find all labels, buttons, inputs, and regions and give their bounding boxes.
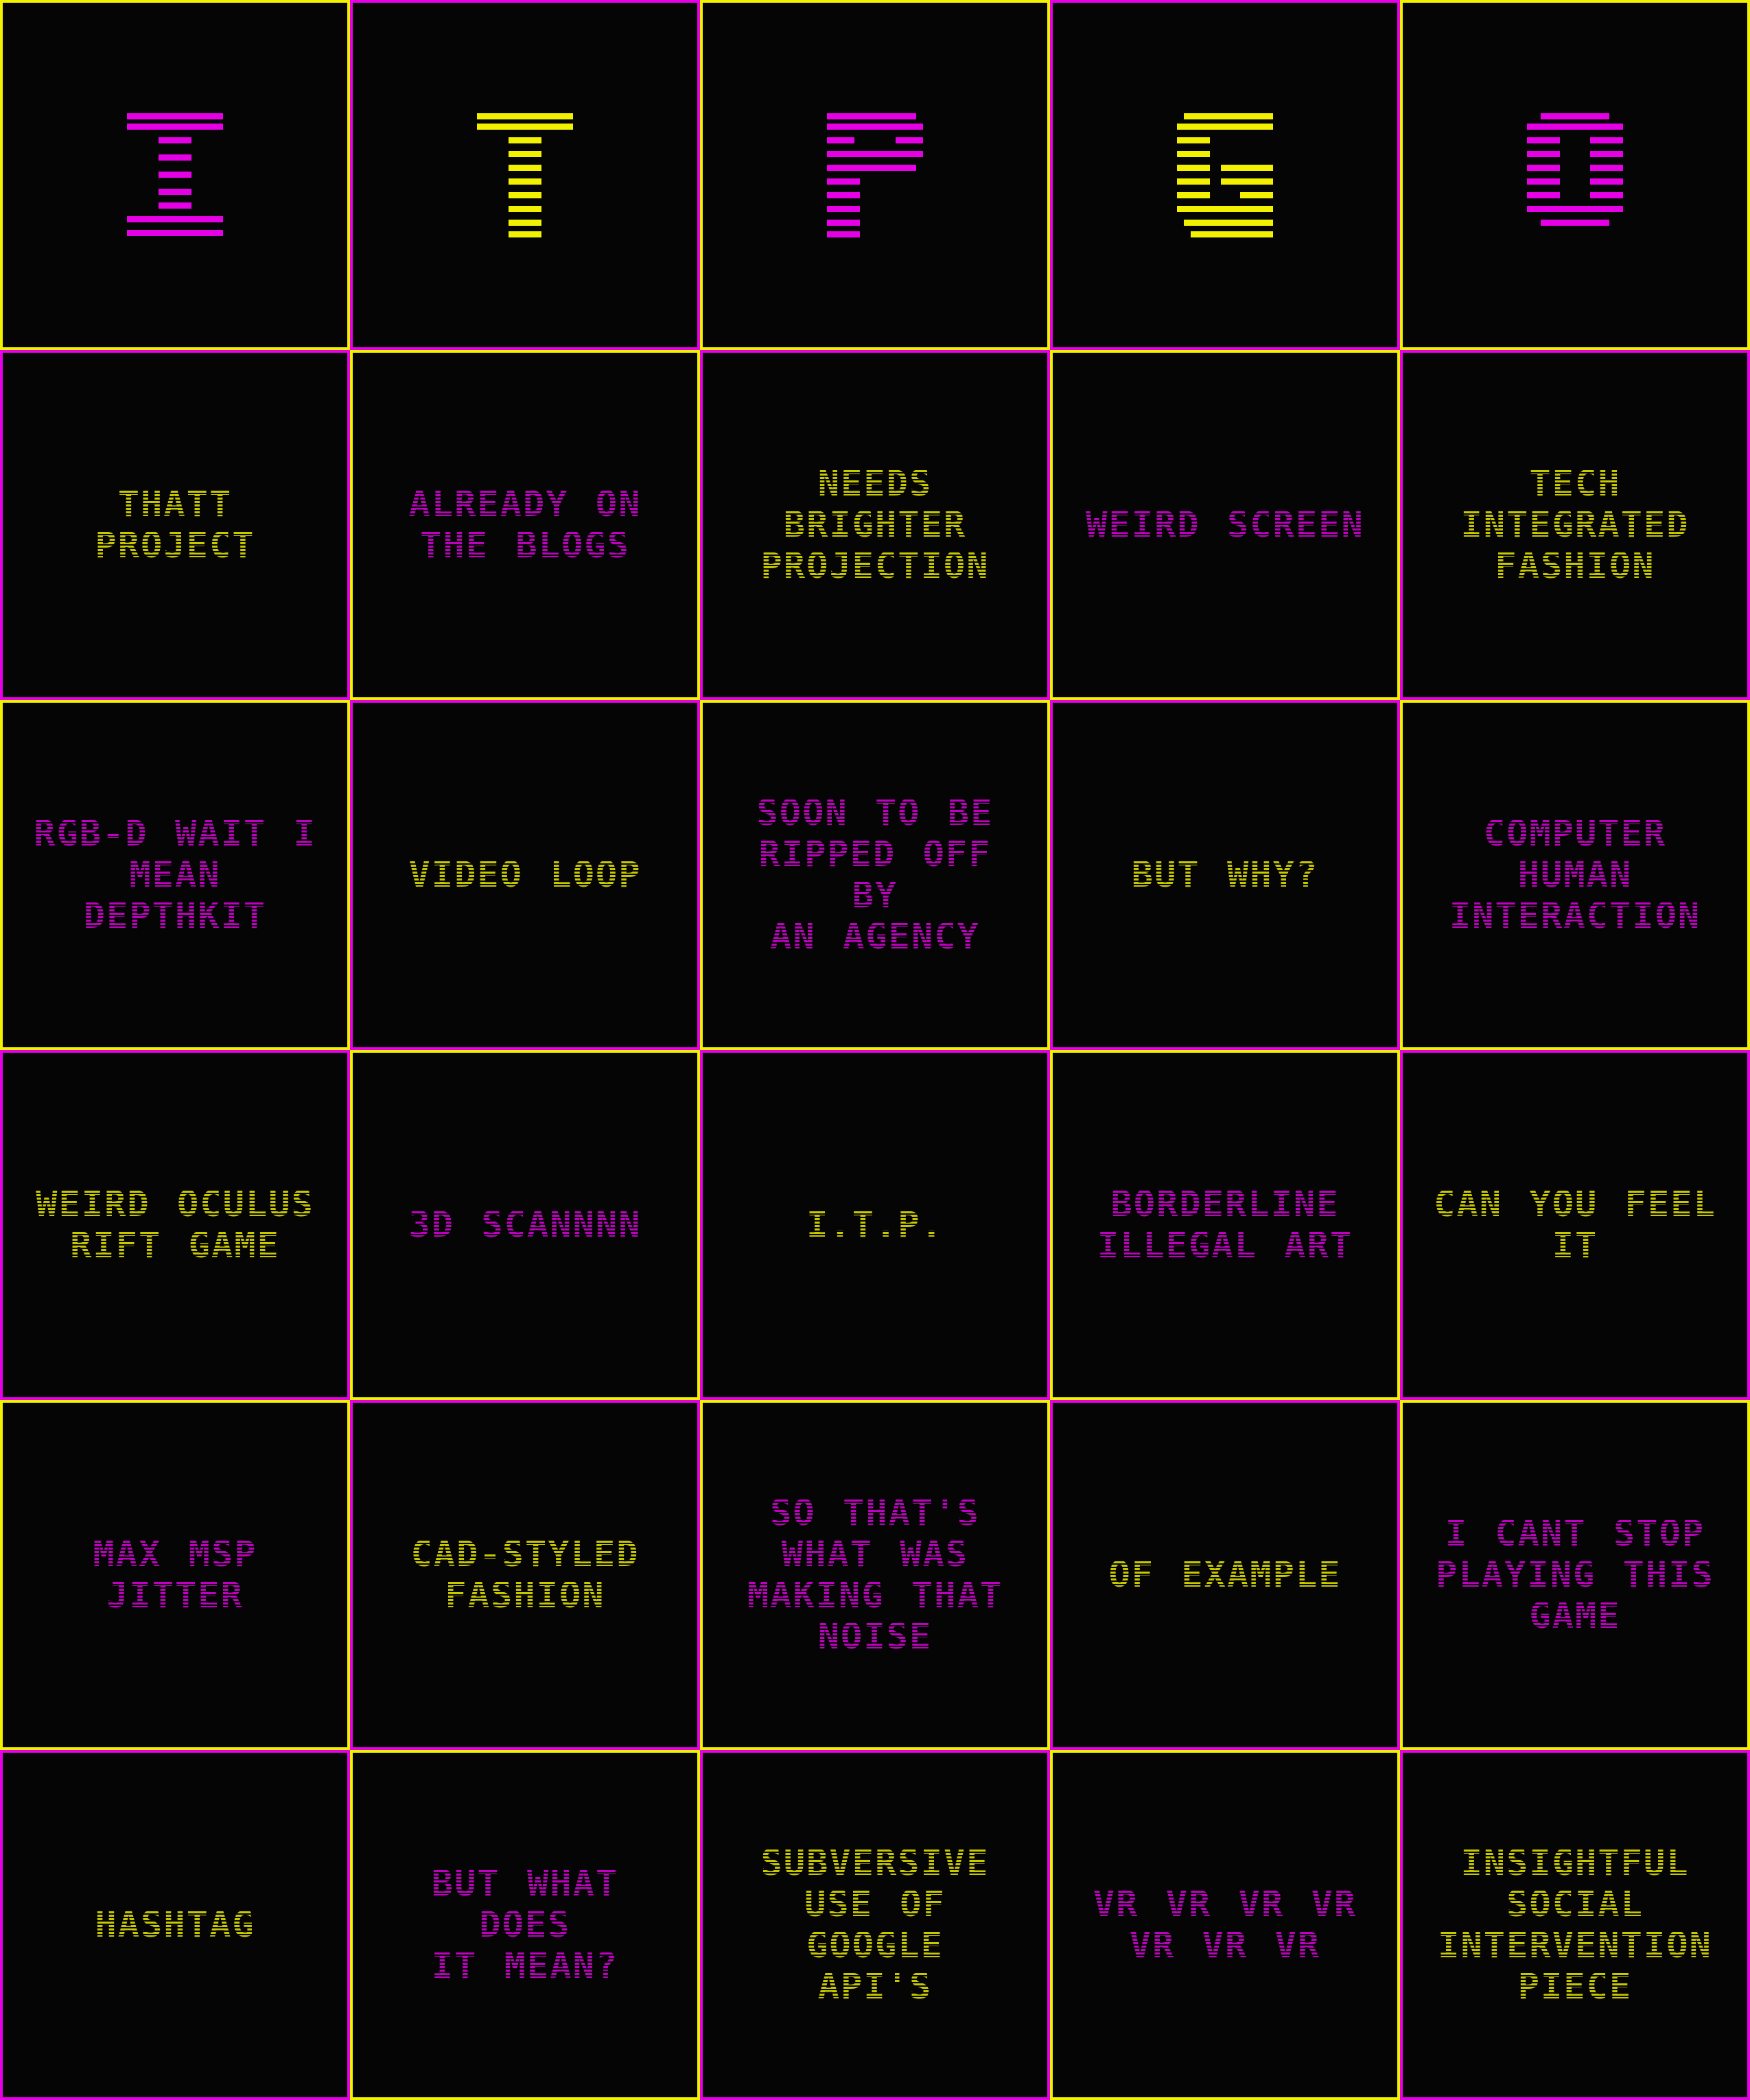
- square-text: ALREADY ON THE BLOGS: [381, 484, 668, 566]
- bingo-square[interactable]: SUBVERSIVE USE OF GOOGLE API'S: [700, 1750, 1050, 2100]
- bingo-square[interactable]: RGB-D WAIT I MEAN DEPTHKIT: [0, 700, 350, 1050]
- square-text: I.T.P.: [779, 1204, 971, 1246]
- square-text: MAX MSP JITTER: [65, 1534, 284, 1616]
- bingo-square[interactable]: SOON TO BE RIPPED OFF BY AN AGENCY: [700, 700, 1050, 1050]
- square-text: BUT WHAT DOES IT MEAN?: [353, 1863, 697, 1987]
- header-cell-p: [700, 0, 1050, 350]
- square-text: SUBVERSIVE USE OF GOOGLE API'S: [703, 1843, 1047, 2007]
- square-text: VIDEO LOOP: [381, 854, 668, 896]
- square-text: COMPUTER HUMAN INTERACTION: [1422, 813, 1728, 937]
- square-text: SOON TO BE RIPPED OFF BY AN AGENCY: [703, 793, 1047, 957]
- square-text: NEEDS BRIGHTER PROJECTION: [733, 463, 1016, 587]
- bingo-square[interactable]: SO THAT'S WHAT WAS MAKING THAT NOISE: [700, 1400, 1050, 1750]
- header-cell-t: [350, 0, 700, 350]
- bingo-square[interactable]: BUT WHAT DOES IT MEAN?: [350, 1750, 700, 2100]
- bingo-square[interactable]: CAD-STYLED FASHION: [350, 1400, 700, 1750]
- bingo-square[interactable]: VR VR VR VR VR VR VR: [1050, 1750, 1400, 2100]
- bingo-square[interactable]: I CANT STOP PLAYING THIS GAME: [1400, 1400, 1750, 1750]
- square-text: WEIRD SCREEN: [1058, 504, 1392, 546]
- header-cell-g: [1050, 0, 1400, 350]
- square-text: BUT WHY?: [1104, 854, 1346, 896]
- letter-o-icon: [1527, 113, 1623, 226]
- bingo-square[interactable]: MAX MSP JITTER: [0, 1400, 350, 1750]
- bingo-square[interactable]: WEIRD SCREEN: [1050, 350, 1400, 700]
- header-letter-p: [786, 86, 964, 264]
- bingo-square[interactable]: VIDEO LOOP: [350, 700, 700, 1050]
- bingo-square[interactable]: INSIGHTFUL SOCIAL INTERVENTION PIECE: [1400, 1750, 1750, 2100]
- square-text: WEIRD OCULUS RIFT GAME: [8, 1184, 342, 1266]
- square-text: 3D SCANNNN: [381, 1204, 668, 1246]
- header-letter-t: [436, 86, 614, 264]
- bingo-square[interactable]: WEIRD OCULUS RIFT GAME: [0, 1050, 350, 1400]
- letter-g-icon: [1177, 113, 1273, 237]
- square-text: THATT PROJECT: [3, 484, 347, 566]
- letter-i-icon: [127, 113, 223, 236]
- square-text: CAN YOU FEEL IT: [1406, 1184, 1744, 1266]
- bingo-board: THATT PROJECT ALREADY ON THE BLOGS NEEDS…: [0, 0, 1750, 2100]
- bingo-square[interactable]: NEEDS BRIGHTER PROJECTION: [700, 350, 1050, 700]
- bingo-square[interactable]: CAN YOU FEEL IT: [1400, 1050, 1750, 1400]
- bingo-square[interactable]: THATT PROJECT: [0, 350, 350, 700]
- square-text: RGB-D WAIT I MEAN DEPTHKIT: [3, 813, 347, 937]
- bingo-square[interactable]: ALREADY ON THE BLOGS: [350, 350, 700, 700]
- square-text: SO THAT'S WHAT WAS MAKING THAT NOISE: [720, 1493, 1030, 1657]
- square-text: CAD-STYLED FASHION: [383, 1534, 666, 1616]
- bingo-square[interactable]: BUT WHY?: [1050, 700, 1400, 1050]
- bingo-square[interactable]: COMPUTER HUMAN INTERACTION: [1400, 700, 1750, 1050]
- header-letter-g: [1136, 86, 1314, 264]
- square-text: I CANT STOP PLAYING THIS GAME: [1408, 1513, 1742, 1637]
- bingo-square[interactable]: 3D SCANNNN: [350, 1050, 700, 1400]
- letter-p-icon: [827, 113, 923, 237]
- square-text: BORDERLINE ILLEGAL ART: [1070, 1184, 1380, 1266]
- square-text: TECH INTEGRATED FASHION: [1433, 463, 1716, 587]
- header-cell-i: [0, 0, 350, 350]
- bingo-square[interactable]: TECH INTEGRATED FASHION: [1400, 350, 1750, 700]
- bingo-square[interactable]: HASHTAG: [0, 1750, 350, 2100]
- square-text: INSIGHTFUL SOCIAL INTERVENTION PIECE: [1410, 1843, 1740, 2007]
- header-letter-o: [1486, 86, 1664, 264]
- square-text: VR VR VR VR VR VR VR: [1066, 1884, 1384, 1966]
- bingo-square[interactable]: OF EXAMPLE: [1050, 1400, 1400, 1750]
- square-text: HASHTAG: [67, 1904, 282, 1946]
- bingo-square[interactable]: BORDERLINE ILLEGAL ART: [1050, 1050, 1400, 1400]
- header-letter-i: [86, 86, 264, 264]
- bingo-square-free[interactable]: I.T.P.: [700, 1050, 1050, 1400]
- square-text: OF EXAMPLE: [1081, 1554, 1368, 1596]
- header-cell-o: [1400, 0, 1750, 350]
- letter-t-icon: [477, 113, 573, 237]
